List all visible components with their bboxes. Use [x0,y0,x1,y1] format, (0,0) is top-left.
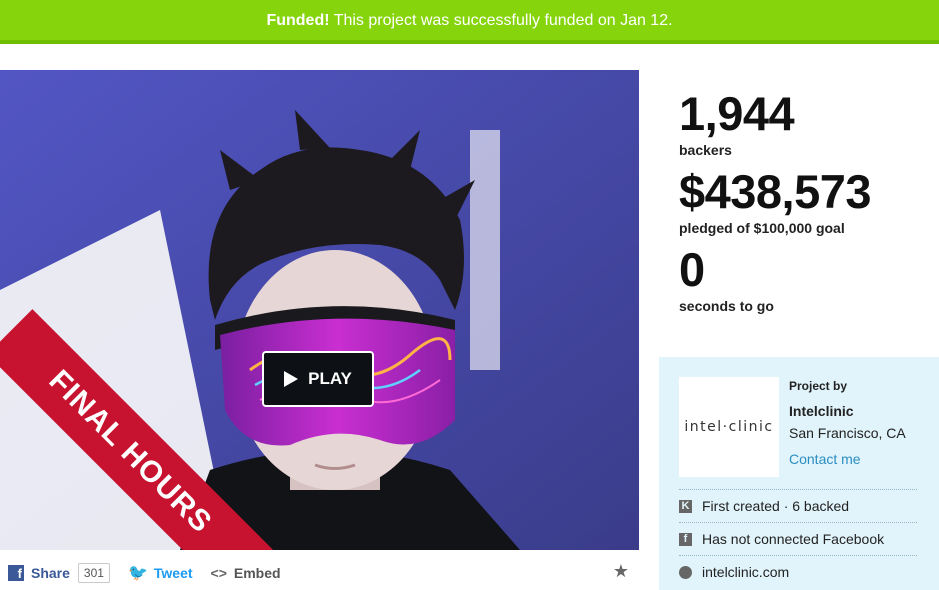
creator-details: K First created · 6 backed f Has not con… [679,489,917,588]
project-video[interactable]: FINAL HOURS PLAY [0,70,639,550]
twitter-icon: 🐦 [127,565,148,582]
facebook-icon: f [679,532,692,546]
funded-message: This project was successfully funded on … [333,12,673,29]
pledged-amount: $438,573 [679,165,872,218]
share-label: Share [31,565,70,581]
creator-facebook: f Has not connected Facebook [679,522,917,555]
video-thumbnail [0,70,639,550]
project-by-label: Project by [789,379,848,393]
creator-history: K First created · 6 backed [679,489,917,522]
embed-label: Embed [233,565,281,581]
website-link[interactable]: intelclinic.com [702,564,789,580]
creator-panel: intel·clinic Project by Intelclinic San … [659,357,939,590]
time-remaining: 0 [679,243,705,296]
creator-logo[interactable]: intel·clinic [679,377,779,477]
play-label: PLAY [308,369,352,388]
share-button[interactable]: f Share 301 [8,563,110,583]
star-icon[interactable]: ★ [613,561,629,582]
tweet-button[interactable]: 🐦 Tweet [128,563,193,583]
time-label: seconds to go [679,298,774,314]
project-stats: 1,944 backers $438,573 pledged of $100,0… [679,88,929,322]
contact-link[interactable]: Contact me [789,451,934,467]
backers-label: backers [679,142,732,158]
globe-icon [679,565,692,579]
creator-logo-text: intel·clinic [684,419,774,435]
creator-info: Project by Intelclinic San Francisco, CA… [789,379,934,467]
embed-button[interactable]: <> Embed [211,565,281,581]
facebook-icon: f [8,565,24,581]
creator-location: San Francisco, CA [789,425,906,441]
play-button[interactable]: PLAY [262,351,374,407]
share-bar: f Share 301 🐦 Tweet <> Embed ★ [0,556,639,590]
creator-website[interactable]: intelclinic.com [679,555,917,588]
first-created-text: First created · 6 backed [702,498,850,514]
funded-label: Funded! [266,12,330,29]
backers-count: 1,944 [679,87,795,140]
share-count: 301 [77,563,110,583]
pledged-label: pledged of $100,000 goal [679,220,845,236]
creator-name[interactable]: Intelclinic [789,403,934,419]
facebook-status-text: Has not connected Facebook [702,531,885,547]
play-icon [284,371,299,387]
funded-banner: Funded! This project was successfully fu… [0,0,939,44]
kickstarter-icon: K [679,499,692,513]
embed-icon: <> [210,565,227,581]
project-page: Funded! This project was successfully fu… [0,0,939,590]
tweet-label: Tweet [153,565,193,581]
